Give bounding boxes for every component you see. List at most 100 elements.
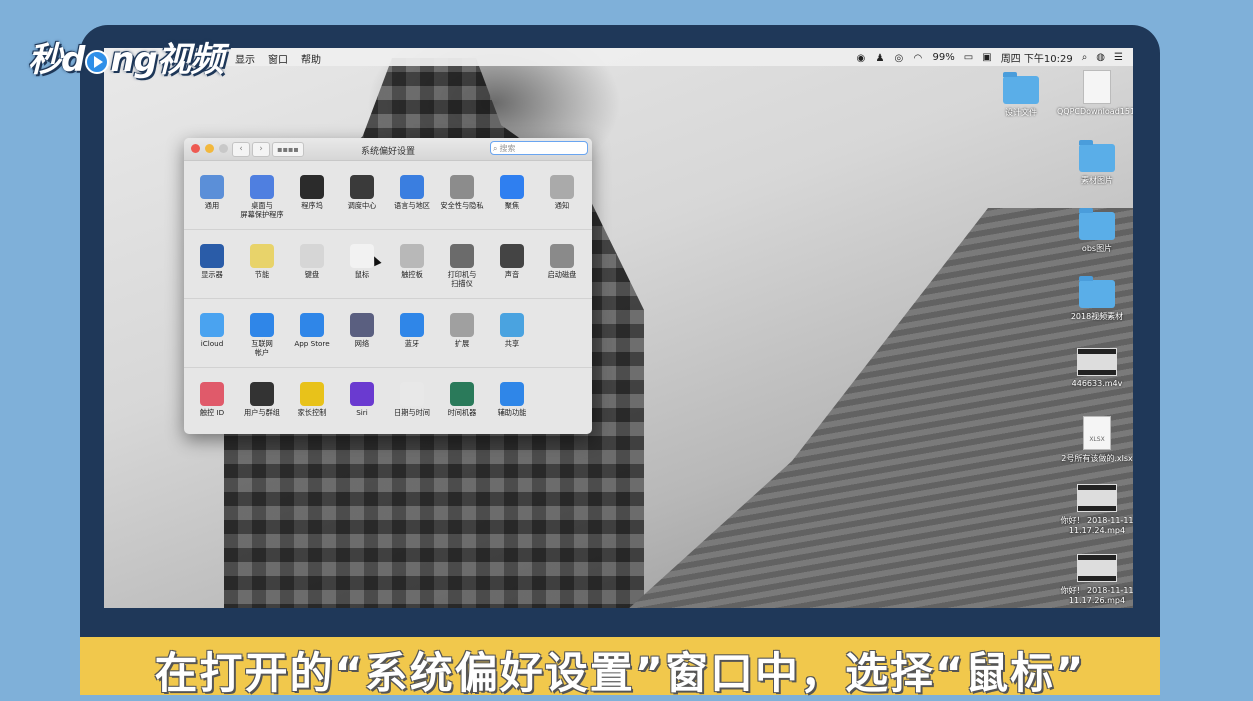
desktop-icon xyxy=(250,175,274,199)
pref-pane-label: Siri xyxy=(356,408,368,417)
pref-pane-label: 用户与群组 xyxy=(244,408,280,417)
pref-pane-date-time[interactable]: 日期与时间 xyxy=(388,382,436,418)
search-field[interactable]: ⌕ 搜索 xyxy=(490,141,588,155)
sound-icon xyxy=(500,244,524,268)
app-store-icon xyxy=(300,313,324,337)
pref-pane-notifications[interactable]: 通知 xyxy=(538,175,586,211)
pref-pane-general[interactable]: 通用 xyxy=(188,175,236,211)
desktop-item[interactable]: 素材图片 xyxy=(1057,140,1133,186)
pref-row: 触控 ID 用户与群组 家长控制 Siri 日期与时间 时间机器 辅助功能 xyxy=(184,368,592,434)
pref-pane-accessibility[interactable]: 辅助功能 xyxy=(488,382,536,418)
extensions-icon xyxy=(450,313,474,337)
system-preferences-window: ‹ › ▪▪▪▪ 系统偏好设置 ⌕ 搜索 通用 桌面与 屏幕保护程序 程序坞 调度中心 语… xyxy=(184,138,592,434)
general-icon xyxy=(200,175,224,199)
desktop-item[interactable]: QQPCDownload1519.exe xyxy=(1057,70,1133,116)
pref-pane-internet-accounts[interactable]: 互联网 帐户 xyxy=(238,313,286,357)
pref-pane-parental-controls[interactable]: 家长控制 xyxy=(288,382,336,418)
date-time-icon xyxy=(400,382,424,406)
pref-pane-label: 打印机与 扫描仪 xyxy=(447,270,477,288)
pref-pane-label: 调度中心 xyxy=(347,201,377,210)
battery-percent[interactable]: 99% xyxy=(933,52,955,63)
subtitle-text: 在打开的“系统偏好设置”窗口中，选择“鼠标” xyxy=(154,649,1086,699)
record-icon[interactable]: ◉ xyxy=(857,53,867,64)
icloud-icon xyxy=(200,313,224,337)
desktop-item[interactable]: 446633.m4v xyxy=(1057,348,1133,388)
pref-pane-label: App Store xyxy=(294,339,330,348)
network-icon xyxy=(350,313,374,337)
pref-pane-touch-id[interactable]: 触控 ID xyxy=(188,382,236,418)
cloud-sync-icon[interactable]: ◎ xyxy=(895,53,905,64)
startup-disk-icon xyxy=(550,244,574,268)
pref-pane-security[interactable]: 安全性与隐私 xyxy=(438,175,486,211)
pref-pane-trackpad[interactable]: 触控板 xyxy=(388,244,436,280)
file-type-label: XLSX xyxy=(1089,436,1105,443)
pref-pane-app-store[interactable]: App Store xyxy=(288,313,336,349)
pref-pane-label: 显示器 xyxy=(201,270,223,279)
notification-center-icon[interactable]: ☰ xyxy=(1114,52,1123,63)
desktop-item[interactable]: obs图片 xyxy=(1057,208,1133,254)
spotlight-icon xyxy=(500,175,524,199)
input-method-icon[interactable]: ▣ xyxy=(982,52,991,63)
pref-pane-users[interactable]: 用户与群组 xyxy=(238,382,286,418)
watermark-text-right: ng视频 xyxy=(110,40,224,80)
menu-item[interactable]: 窗口 xyxy=(268,51,288,66)
menu-item[interactable]: 帮助 xyxy=(301,51,321,66)
pref-pane-mission-control[interactable]: 调度中心 xyxy=(338,175,386,211)
pref-pane-label: 启动磁盘 xyxy=(547,270,577,279)
pref-pane-icloud[interactable]: iCloud xyxy=(188,313,236,349)
qq-icon[interactable]: ♟ xyxy=(876,53,886,64)
mouse-icon xyxy=(350,244,374,268)
pref-pane-spotlight[interactable]: 聚焦 xyxy=(488,175,536,211)
battery-icon[interactable]: ▭ xyxy=(964,52,973,63)
pref-pane-network[interactable]: 网络 xyxy=(338,313,386,349)
desktop-item[interactable]: 你好！ 2018-11-11 11.17.26.mp4 xyxy=(1057,554,1133,605)
pref-pane-label: 共享 xyxy=(504,339,520,348)
desktop-item-label: obs图片 xyxy=(1081,244,1113,253)
desktop-item[interactable]: 2018视频素材 xyxy=(1057,276,1133,322)
wifi-icon[interactable]: ◠ xyxy=(914,53,924,64)
window-titlebar: ‹ › ▪▪▪▪ 系统偏好设置 ⌕ 搜索 xyxy=(184,138,592,161)
pref-pane-keyboard[interactable]: 键盘 xyxy=(288,244,336,280)
notifications-icon xyxy=(550,175,574,199)
pref-pane-printer[interactable]: 打印机与 扫描仪 xyxy=(438,244,486,288)
pref-pane-sharing[interactable]: 共享 xyxy=(488,313,536,349)
pref-pane-siri[interactable]: Siri xyxy=(338,382,386,418)
dock-icon xyxy=(300,175,324,199)
pref-pane-display[interactable]: 显示器 xyxy=(188,244,236,280)
accessibility-icon xyxy=(500,382,524,406)
menu-item[interactable]: 显示 xyxy=(235,51,255,66)
search-icon[interactable]: ⌕ xyxy=(1082,52,1088,63)
pref-pane-language[interactable]: 语言与地区 xyxy=(388,175,436,211)
pref-pane-label: iCloud xyxy=(200,339,224,348)
pref-pane-label: 桌面与 屏幕保护程序 xyxy=(240,201,284,219)
menu-clock[interactable]: 周四 下午10:29 xyxy=(1001,50,1073,65)
pref-pane-time-machine[interactable]: 时间机器 xyxy=(438,382,486,418)
pref-pane-dock[interactable]: 程序坞 xyxy=(288,175,336,211)
menu-bar: 编辑 显示 窗口 帮助 ◉ ♟ ◎ ◠ 99% ▭ ▣ 周四 下午10:29 ⌕ ◍ … xyxy=(104,48,1133,66)
energy-icon xyxy=(250,244,274,268)
pref-pane-label: 声音 xyxy=(504,270,520,279)
desktop-item[interactable]: XLSX 2号所有该做的.xlsx xyxy=(1057,416,1133,464)
pref-pane-label: 通知 xyxy=(554,201,570,210)
desktop-item[interactable]: 设计文件 xyxy=(981,72,1061,118)
pref-pane-label: 日期与时间 xyxy=(394,408,430,417)
pref-pane-startup-disk[interactable]: 启动磁盘 xyxy=(538,244,586,280)
pref-pane-label: 触控板 xyxy=(401,270,423,279)
pref-pane-desktop[interactable]: 桌面与 屏幕保护程序 xyxy=(238,175,286,219)
watermark-logo: 秒d ng视频 xyxy=(28,32,224,81)
siri-menu-icon[interactable]: ◍ xyxy=(1096,52,1105,63)
pref-pane-extensions[interactable]: 扩展 xyxy=(438,313,486,349)
mission-control-icon xyxy=(350,175,374,199)
touch-id-icon xyxy=(200,382,224,406)
pref-pane-label: 安全性与隐私 xyxy=(440,201,484,210)
desktop-item-label: 2号所有该做的.xlsx xyxy=(1061,454,1133,463)
subtitle-bar: 在打开的“系统偏好设置”窗口中，选择“鼠标” xyxy=(80,637,1160,699)
pref-pane-sound[interactable]: 声音 xyxy=(488,244,536,280)
time-machine-icon xyxy=(450,382,474,406)
pref-pane-label: 节能 xyxy=(254,270,270,279)
pref-pane-bluetooth[interactable]: 蓝牙 xyxy=(388,313,436,349)
pref-pane-energy[interactable]: 节能 xyxy=(238,244,286,280)
desktop-item[interactable]: 你好！ 2018-11-11 11.17.24.mp4 xyxy=(1057,484,1133,535)
desktop-item-label: 2018视频素材 xyxy=(1070,312,1124,321)
trackpad-icon xyxy=(400,244,424,268)
